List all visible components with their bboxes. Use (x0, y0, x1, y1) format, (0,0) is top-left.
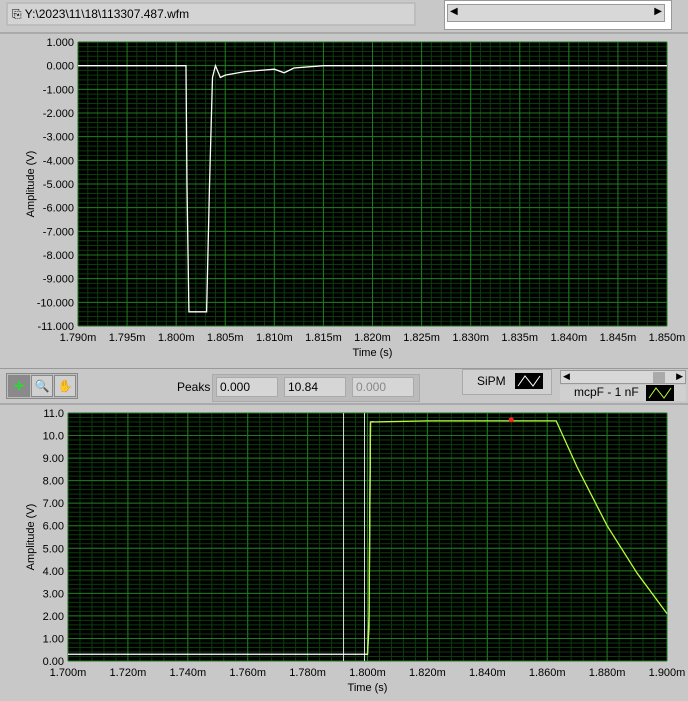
peak-value-2[interactable]: 10.84 (284, 377, 346, 397)
y-tick-label: -3.000 (43, 132, 74, 144)
y-tick-label: -10.000 (37, 297, 74, 309)
y-tick-label: -4.000 (43, 155, 74, 167)
y-tick-label: -1.000 (43, 84, 74, 96)
x-tick-label: 1.700m (50, 667, 87, 679)
x-tick-label: 1.800m (158, 332, 195, 344)
y-tick-label: -9.000 (43, 274, 74, 286)
x-tick-label: 1.760m (229, 667, 266, 679)
x-tick-label: 1.900m (649, 667, 686, 679)
y-tick-label: 0.00 (43, 656, 64, 668)
x-tick-label: 1.790m (60, 332, 97, 344)
y-tick-label: 11.0 (43, 408, 64, 420)
x-tick-label: 1.845m (600, 332, 637, 344)
legend-mcpf[interactable]: mcpF - 1 nF (560, 385, 686, 401)
y-tick-label: 2.00 (43, 611, 64, 623)
peak-value-1[interactable]: 0.000 (216, 377, 278, 397)
cursor-marker (508, 417, 514, 423)
x-tick-label: 1.840m (469, 667, 506, 679)
y-tick-label: -2.000 (43, 108, 74, 120)
y-tick-label: 1.00 (43, 633, 64, 645)
y-tick-label: 1.000 (46, 37, 74, 49)
y-tick-label: 4.00 (43, 566, 64, 578)
x-tick-label: 1.815m (305, 332, 342, 344)
x-tick-label: 1.780m (289, 667, 326, 679)
x-tick-label: 1.820m (354, 332, 391, 344)
peak-value-3: 0.000 (352, 377, 414, 397)
x-tick-label: 1.720m (110, 667, 147, 679)
x-tick-label: 1.820m (409, 667, 446, 679)
scroll-left-icon[interactable]: ◀ (563, 371, 570, 382)
scroll-right-icon[interactable]: ▶ (676, 371, 683, 382)
cursor-tool-icon[interactable]: ✛ (8, 375, 30, 397)
line-style-icon (515, 373, 543, 389)
y-tick-label: -6.000 (43, 203, 74, 215)
x-tick-label: 1.740m (169, 667, 206, 679)
y-tick-label: -11.000 (38, 321, 75, 333)
y-tick-label: -8.000 (43, 250, 74, 262)
y-tick-label: -5.000 (43, 179, 74, 191)
pan-hand-icon[interactable]: ✋ (54, 375, 76, 397)
x-tick-label: 1.830m (452, 332, 489, 344)
line-style-icon (646, 385, 674, 401)
x-tick-label: 1.810m (256, 332, 293, 344)
y-axis-label: Amplitude (V) (25, 504, 37, 571)
y-tick-label: 8.00 (43, 476, 64, 488)
x-axis-label: Time (s) (353, 347, 393, 359)
zoom-tool-icon[interactable]: 🔍 (31, 375, 53, 397)
x-tick-label: 1.840m (550, 332, 587, 344)
scroll-thumb[interactable] (653, 372, 665, 383)
x-tick-label: 1.805m (207, 332, 244, 344)
legend-scrollbar[interactable]: ◀ ▶ (560, 370, 686, 384)
y-axis-label: Amplitude (V) (25, 151, 37, 218)
x-tick-label: 1.880m (589, 667, 626, 679)
y-tick-label: 10.0 (43, 431, 64, 443)
x-tick-label: 1.850m (649, 332, 686, 344)
y-tick-label: 9.00 (43, 453, 64, 465)
y-tick-label: 5.00 (43, 543, 64, 555)
y-tick-label: 7.00 (43, 498, 64, 510)
graph-toolbar: ✛ 🔍 ✋ Peaks 0.000 10.84 0.000 SiPM ◀ ▶ m… (0, 368, 688, 405)
x-tick-label: 1.860m (529, 667, 566, 679)
x-axis-label: Time (s) (348, 682, 388, 694)
legend-sipm[interactable]: SiPM (462, 369, 552, 395)
x-tick-label: 1.795m (109, 332, 146, 344)
y-tick-label: 0.000 (46, 61, 74, 73)
x-tick-label: 1.800m (349, 667, 386, 679)
peaks-label: Peaks (177, 380, 211, 394)
graph-svg: 1.790m 1.795m 1.800m 1.805m 1.810m 1.815m 1.82… (25, 37, 686, 694)
x-tick-label: 1.835m (501, 332, 538, 344)
y-tick-label: 6.00 (43, 521, 64, 533)
y-tick-label: -7.000 (43, 226, 74, 238)
y-tick-label: 3.00 (43, 588, 64, 600)
x-tick-label: 1.825m (403, 332, 440, 344)
